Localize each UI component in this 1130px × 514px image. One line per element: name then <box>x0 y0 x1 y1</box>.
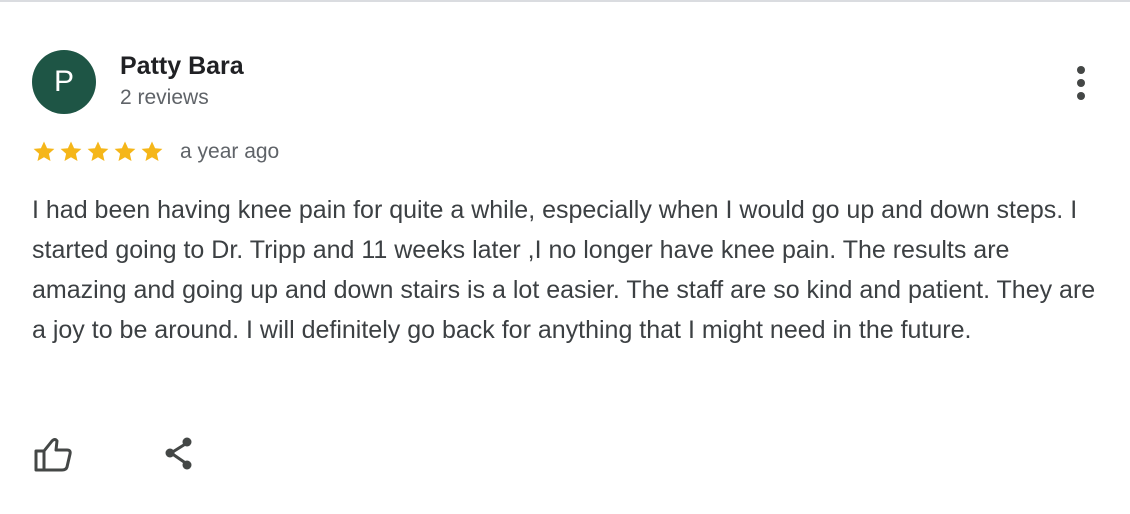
star-icon <box>114 141 136 161</box>
avatar-initial: P <box>53 65 74 98</box>
star-rating <box>32 140 164 164</box>
rating-row: a year ago <box>32 136 279 168</box>
share-icon <box>165 437 192 470</box>
more-options-button[interactable] <box>1062 60 1102 106</box>
star-icon <box>33 141 55 161</box>
review-text: I had been having knee pain for quite a … <box>32 196 1096 344</box>
review-time: a year ago <box>180 140 280 163</box>
star-icon <box>87 141 109 161</box>
review-count: 2 reviews <box>120 86 209 109</box>
star-icon <box>60 141 82 161</box>
author-name[interactable]: Patty Bara <box>120 51 244 81</box>
top-divider <box>0 0 1130 2</box>
avatar[interactable]: P <box>32 50 96 114</box>
star-icon <box>141 141 163 161</box>
thumb-up-icon <box>34 438 72 472</box>
share-button[interactable] <box>158 432 202 476</box>
review-card: P Patty Bara 2 reviews a year ago I had … <box>0 0 1130 514</box>
like-button[interactable] <box>30 432 74 476</box>
